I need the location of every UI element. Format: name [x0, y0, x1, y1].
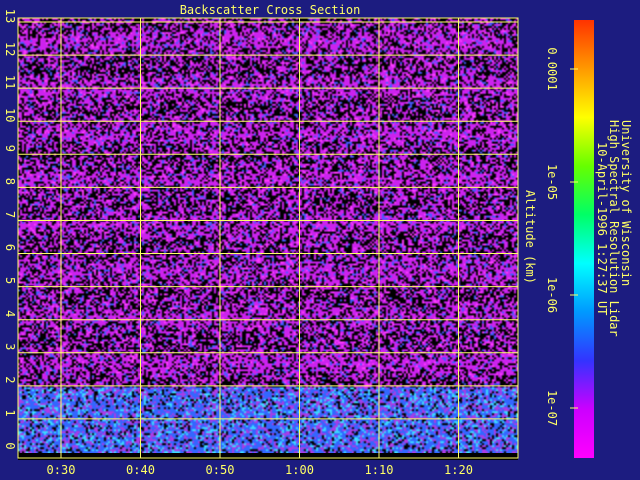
- y-tick-label: 9: [3, 145, 17, 152]
- colorbar: 1e-07 1e-06 1e-05 0.0001: [545, 20, 594, 458]
- y-tick-labels: 012345678910111213: [3, 9, 17, 450]
- y-axis-label: Altitude (km): [523, 190, 537, 284]
- colorbar-tick-labels: 1e-07 1e-06 1e-05 0.0001: [545, 47, 578, 426]
- colorbar-tick-label: 1e-07: [545, 390, 559, 426]
- y-tick-label: 10: [3, 108, 17, 122]
- y-tick-label: 5: [3, 277, 17, 284]
- y-tick-label: 3: [3, 343, 17, 350]
- x-tick-label: 0:30: [47, 463, 76, 477]
- colorbar-tick-label: 1e-05: [545, 164, 559, 200]
- y-tick-label: 12: [3, 42, 17, 56]
- heatmap-image: [18, 18, 518, 453]
- colorbar-gradient: [574, 20, 594, 458]
- colorbar-tick-label: 0.0001: [545, 47, 559, 90]
- y-tick-label: 2: [3, 376, 17, 383]
- x-tick-label: 1:00: [285, 463, 314, 477]
- x-tick-label: 0:50: [206, 463, 235, 477]
- y-tick-label: 4: [3, 310, 17, 317]
- chart-root: Backscatter Cross Section 01234567891011…: [3, 3, 633, 477]
- y-tick-label: 6: [3, 244, 17, 251]
- x-tick-label: 1:20: [444, 463, 473, 477]
- x-tick-label: 0:40: [126, 463, 155, 477]
- x-tick-labels: 0:30 0:40 0:50 1:00 1:10 1:20: [47, 463, 473, 477]
- y-tick-label: 13: [3, 9, 17, 23]
- bottom-band: [18, 453, 518, 460]
- annotation-line3: 10-April-1996 1:27:37 UT: [595, 142, 609, 315]
- x-tick-label: 1:10: [365, 463, 394, 477]
- y-tick-label: 0: [3, 442, 17, 449]
- y-tick-label: 8: [3, 178, 17, 185]
- y-tick-label: 7: [3, 211, 17, 218]
- y-tick-label: 1: [3, 409, 17, 416]
- chart-title: Backscatter Cross Section: [180, 3, 361, 17]
- y-tick-label: 11: [3, 75, 17, 89]
- colorbar-tick-label: 1e-06: [545, 277, 559, 313]
